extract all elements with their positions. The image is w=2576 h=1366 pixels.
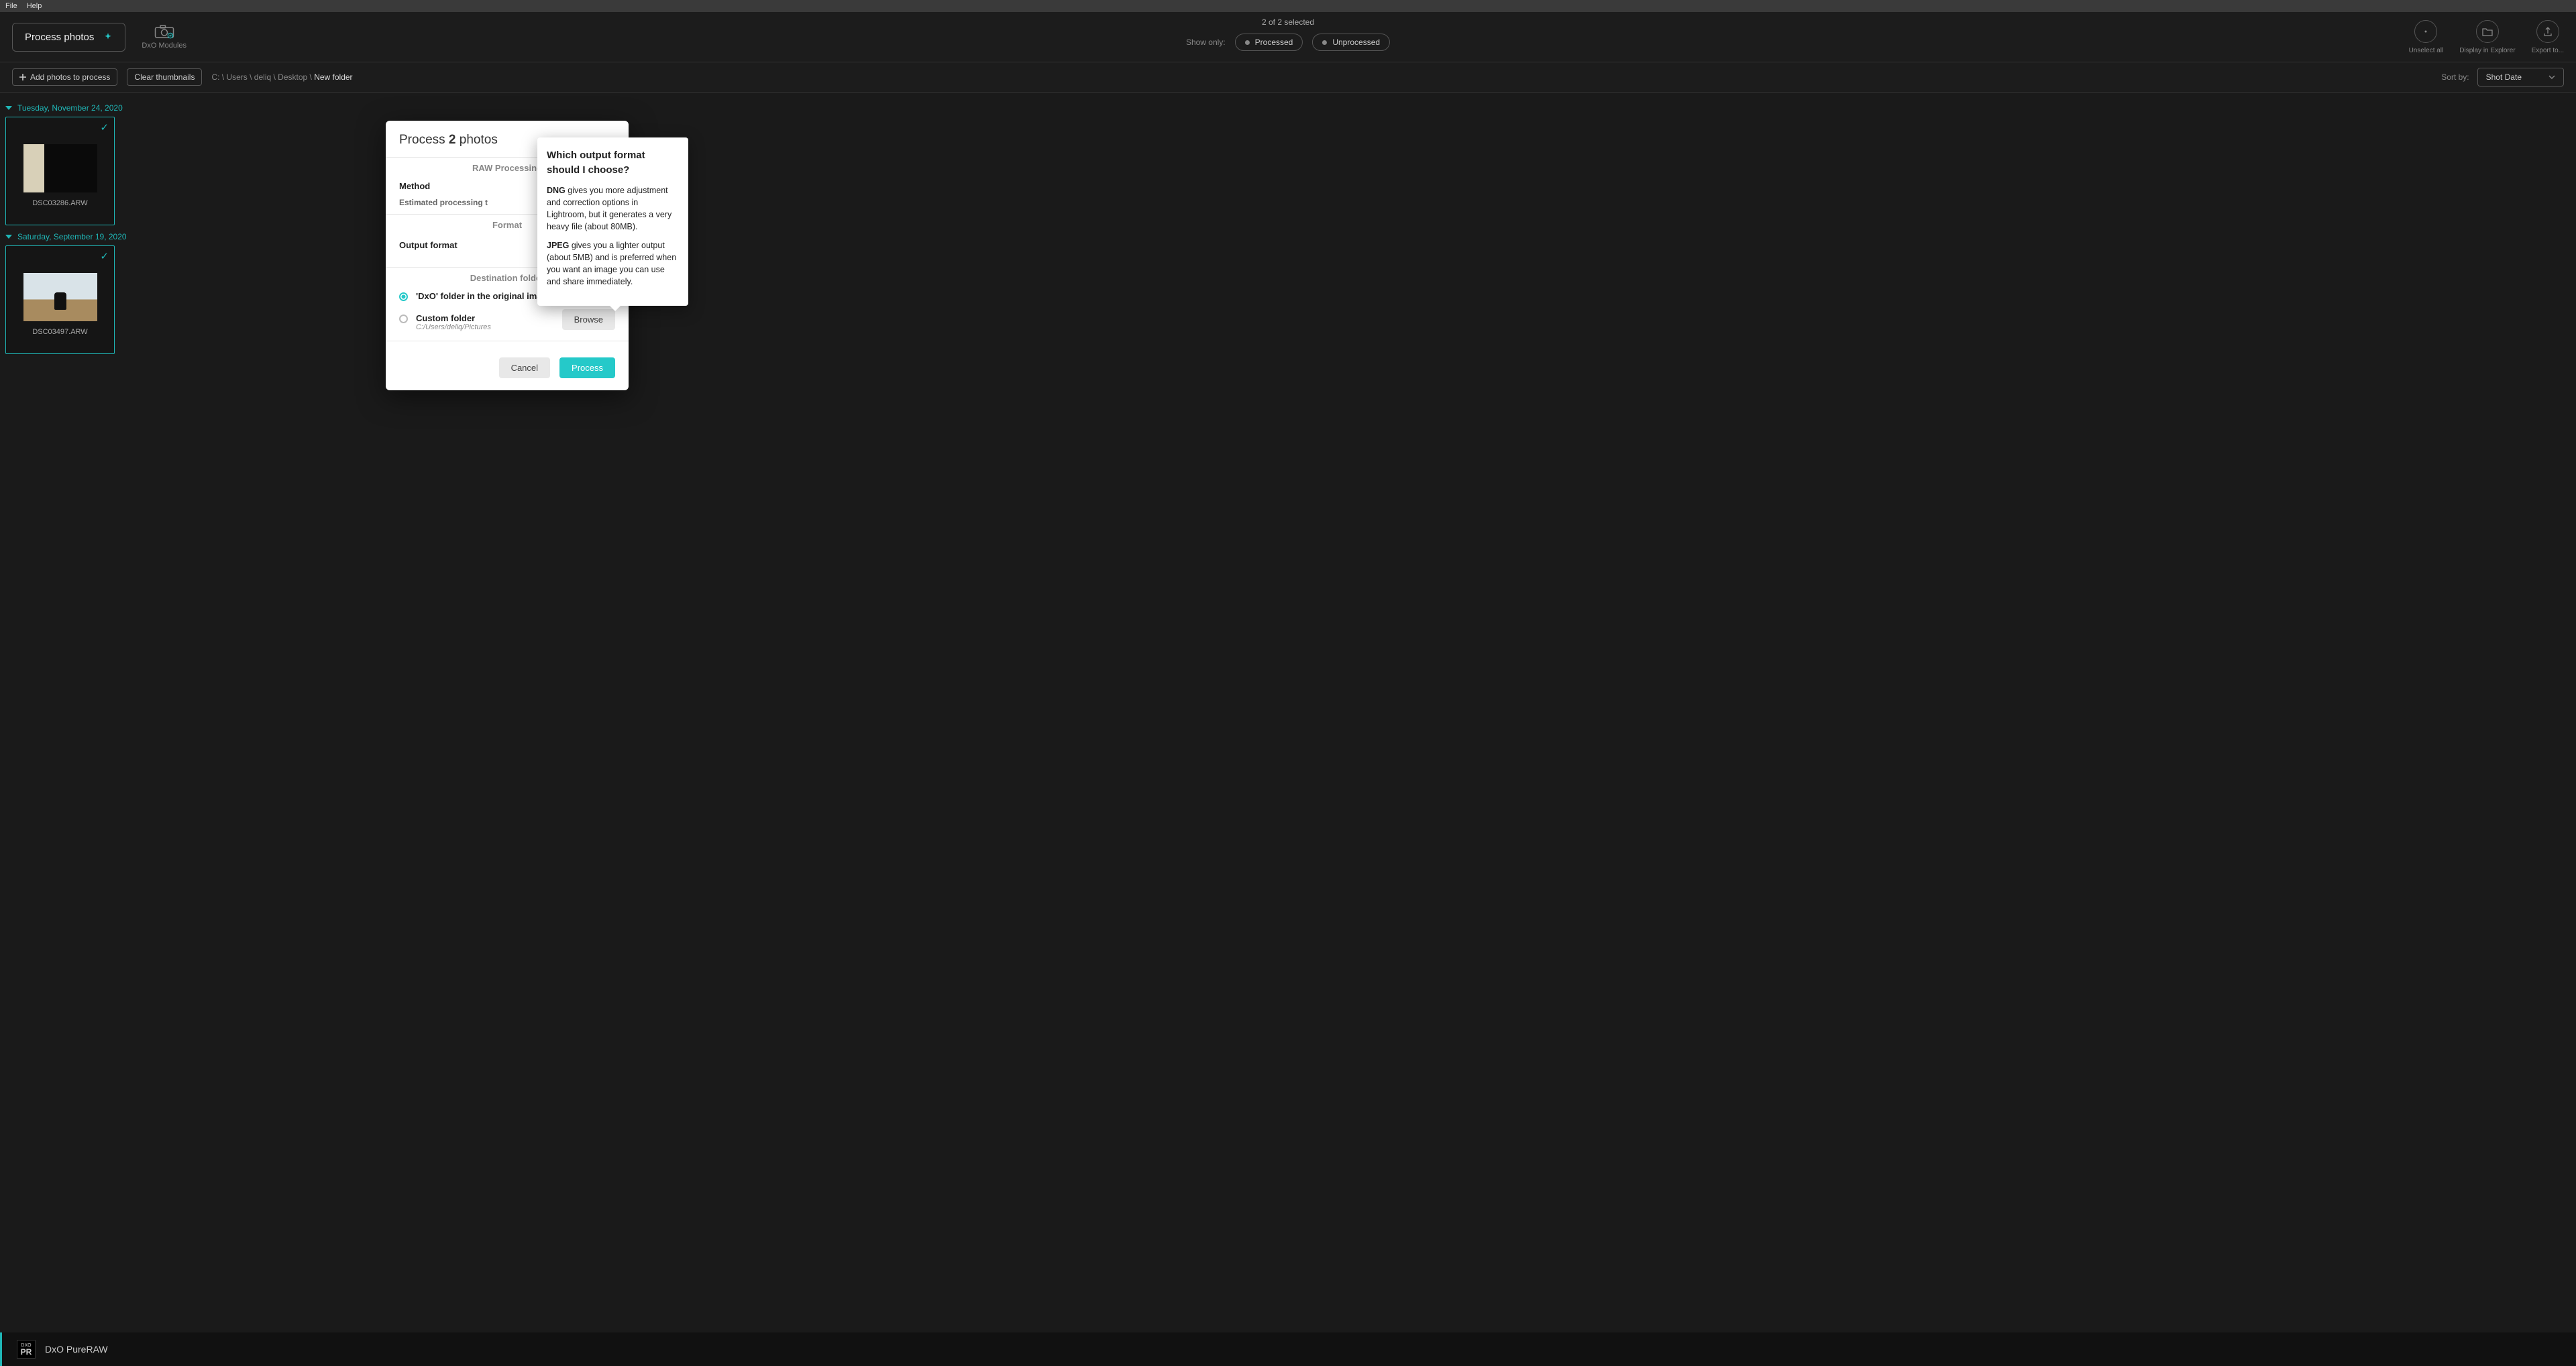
tooltip-jpeg-text: JPEG gives you a lighter output (about 5…: [547, 239, 679, 288]
header-right-actions: Unselect all Display in Explorer Export …: [2409, 20, 2564, 54]
show-only-label: Show only:: [1186, 38, 1226, 47]
app-badge-icon: DXO PR: [17, 1340, 36, 1359]
explorer-label: Display in Explorer: [2459, 47, 2515, 54]
filter-processed-label: Processed: [1255, 38, 1293, 47]
selection-count: 2 of 2 selected: [1262, 17, 1314, 27]
export-button[interactable]: Export to...: [2532, 20, 2564, 54]
dot-icon: [1322, 40, 1327, 45]
radio-icon: [399, 315, 408, 323]
export-label: Export to...: [2532, 47, 2564, 54]
unselect-all-button[interactable]: Unselect all: [2409, 20, 2444, 54]
destination-custom-radio[interactable]: Custom folder C:/Users/deliq/Pictures: [399, 313, 491, 331]
thumbnail[interactable]: ✓ DSC03497.ARW: [5, 245, 115, 354]
dot-icon: [1245, 40, 1250, 45]
estimated-time-label: Estimated processing t: [399, 198, 488, 207]
unselect-label: Unselect all: [2409, 47, 2444, 54]
folder-icon: [2482, 27, 2493, 36]
chevron-down-icon: [2548, 75, 2555, 79]
tooltip-tail-icon: [610, 306, 621, 311]
thumbnail-image: [23, 273, 97, 321]
ai-sparkle-icon: [103, 32, 113, 42]
clear-thumbnails-button[interactable]: Clear thumbnails: [127, 68, 202, 86]
group-title: Saturday, September 19, 2020: [17, 232, 127, 241]
filter-unprocessed-label: Unprocessed: [1332, 38, 1380, 47]
menu-file[interactable]: File: [5, 2, 17, 10]
thumbnail-image: [23, 144, 97, 192]
thumbnail-filename: DSC03497.ARW: [32, 328, 87, 336]
group-title: Tuesday, November 24, 2020: [17, 103, 123, 113]
collapse-triangle-icon: [5, 106, 12, 110]
thumbnail-filename: DSC03286.ARW: [32, 199, 87, 207]
process-photos-label: Process photos: [25, 32, 94, 43]
cancel-button[interactable]: Cancel: [499, 357, 550, 378]
output-format-label: Output format: [399, 240, 458, 250]
thumbnail[interactable]: ✓ DSC03286.ARW: [5, 117, 115, 225]
check-icon: ✓: [100, 250, 109, 262]
browse-button[interactable]: Browse: [562, 309, 615, 330]
export-icon: [2543, 26, 2553, 37]
breadcrumb-current: New folder: [314, 72, 352, 82]
filter-unprocessed-pill[interactable]: Unprocessed: [1312, 34, 1390, 51]
clear-thumbs-label: Clear thumbnails: [134, 72, 195, 82]
sort-value: Shot Date: [2486, 72, 2522, 82]
unselect-icon: [2421, 27, 2430, 36]
app-name: DxO PureRAW: [45, 1344, 108, 1355]
group-header[interactable]: Tuesday, November 24, 2020: [5, 103, 2571, 113]
menubar: File Help: [0, 0, 2576, 12]
process-photos-button[interactable]: Process photos: [12, 23, 125, 52]
plus-icon: [19, 74, 26, 80]
method-label: Method: [399, 181, 430, 191]
add-photos-button[interactable]: Add photos to process: [12, 68, 117, 86]
radio-icon: [399, 292, 408, 301]
destination-custom-label: Custom folder: [416, 313, 491, 323]
collapse-triangle-icon: [5, 235, 12, 239]
check-icon: ✓: [100, 121, 109, 133]
tooltip-dng-text: DNG gives you more adjustment and correc…: [547, 184, 679, 233]
breadcrumb-path: C: \ Users \ deliq \ Desktop \: [211, 72, 314, 82]
menu-help[interactable]: Help: [27, 2, 42, 10]
destination-custom-path: C:/Users/deliq/Pictures: [416, 323, 491, 331]
sort-by-label: Sort by:: [2441, 72, 2469, 82]
modules-label: DxO Modules: [142, 42, 186, 50]
display-in-explorer-button[interactable]: Display in Explorer: [2459, 20, 2515, 54]
center-filters: 2 of 2 selected Show only: Processed Unp…: [1186, 17, 1390, 51]
tooltip-title: Which output format should I choose?: [547, 148, 679, 178]
sort-select[interactable]: Shot Date: [2477, 68, 2564, 87]
add-photos-label: Add photos to process: [30, 72, 110, 82]
toolbar: Add photos to process Clear thumbnails C…: [0, 62, 2576, 93]
process-button[interactable]: Process: [559, 357, 615, 378]
format-help-tooltip: Which output format should I choose? DNG…: [537, 137, 688, 306]
dxo-modules-button[interactable]: DxO Modules: [142, 24, 186, 50]
filter-processed-pill[interactable]: Processed: [1235, 34, 1303, 51]
footer: DXO PR DxO PureRAW: [0, 1332, 2576, 1366]
camera-icon: [154, 24, 174, 39]
breadcrumb: C: \ Users \ deliq \ Desktop \ New folde…: [211, 72, 352, 82]
header: Process photos DxO Modules 2 of 2 select…: [0, 12, 2576, 62]
